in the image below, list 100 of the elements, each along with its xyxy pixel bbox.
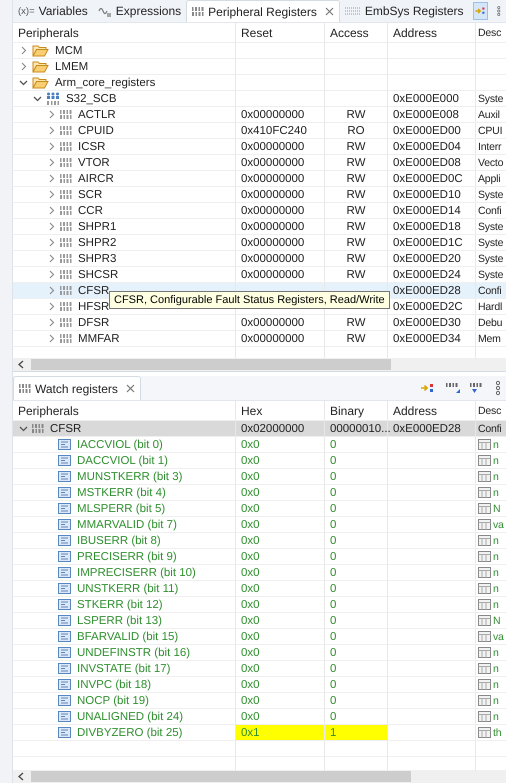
column-header[interactable]: Desc: [476, 401, 506, 420]
address-value: 0xE000ED10: [393, 188, 461, 200]
view-tab[interactable]: Peripheral Registers: [186, 0, 340, 22]
address-value: 0xE000ED1C: [393, 236, 463, 248]
field-label[interactable]: STKERR (bit 12): [77, 598, 163, 610]
field-label[interactable]: IBUSERR (bit 8): [77, 534, 161, 546]
column-header[interactable]: Peripherals: [13, 401, 236, 420]
hex-value: 0x0: [241, 598, 260, 610]
tree-item-label[interactable]: AIRCR: [78, 172, 114, 184]
more-icon[interactable]: [496, 3, 502, 19]
access-value: RW: [346, 188, 366, 200]
view-tab[interactable]: Expressions: [92, 0, 186, 22]
tree-item-label[interactable]: ACTLR: [78, 108, 116, 120]
binary-value: 0: [330, 470, 336, 482]
field-label[interactable]: INVPC (bit 18): [77, 678, 152, 690]
field-label[interactable]: MLSPERR (bit 5): [77, 502, 166, 514]
column-header[interactable]: Address: [388, 23, 476, 42]
chevron-right-icon[interactable]: [47, 174, 56, 183]
tree-item-label[interactable]: CFSR: [50, 422, 82, 434]
column-header[interactable]: Hex: [236, 401, 325, 420]
table-icon: [478, 503, 491, 514]
field-label[interactable]: IACCVIOL (bit 0): [77, 438, 163, 450]
tree-item-label[interactable]: CCR: [78, 204, 103, 216]
field-label[interactable]: UNALIGNED (bit 24): [77, 710, 184, 722]
chevron-down-icon[interactable]: [19, 424, 28, 433]
more-icon[interactable]: [494, 380, 502, 396]
description-text: n: [493, 438, 499, 450]
tree-item-label[interactable]: MMFAR: [78, 332, 120, 344]
binary-icon: [19, 383, 31, 394]
chevron-right-icon[interactable]: [47, 318, 56, 327]
tree-item-label[interactable]: VTOR: [78, 156, 110, 168]
field-label[interactable]: DACCVIOL (bit 1): [77, 454, 168, 466]
description-text: Debu: [478, 316, 502, 328]
column-header[interactable]: Reset: [236, 23, 325, 42]
field-label[interactable]: DIVBYZERO (bit 25): [77, 726, 182, 738]
close-icon[interactable]: [324, 7, 334, 16]
chevron-right-icon[interactable]: [47, 222, 56, 231]
field-label[interactable]: IMPRECISERR (bit 10): [77, 566, 196, 578]
tree-item-label[interactable]: Arm_core_registers: [55, 76, 156, 88]
tree-item-label[interactable]: LMEM: [55, 60, 88, 72]
chevron-right-icon[interactable]: [47, 126, 56, 135]
scrollbar-thumb[interactable]: [31, 359, 391, 370]
chevron-right-icon[interactable]: [47, 270, 56, 279]
field-label[interactable]: MMARVALID (bit 7): [77, 518, 177, 530]
binary-icon: [60, 285, 72, 296]
view-tab[interactable]: EmbSys Registers: [340, 0, 469, 22]
field-label[interactable]: UNSTKERR (bit 11): [77, 582, 178, 594]
chevron-right-icon[interactable]: [47, 206, 56, 215]
chevron-down-icon[interactable]: [33, 94, 42, 103]
scroll-left-icon[interactable]: [17, 360, 25, 369]
chevron-right-icon[interactable]: [47, 158, 56, 167]
view-tab[interactable]: Watch registers: [13, 376, 141, 400]
reset-value: 0x00000000: [241, 172, 304, 184]
tree-item-label[interactable]: SCR: [78, 188, 102, 200]
scrollbar-thumb[interactable]: [31, 771, 411, 782]
field-label[interactable]: BFARVALID (bit 15): [77, 630, 178, 642]
chevron-right-icon[interactable]: [19, 46, 28, 55]
tree-item-label[interactable]: ICSR: [78, 140, 106, 152]
tab-label: Variables: [38, 4, 88, 18]
field-label[interactable]: LSPERR (bit 13): [77, 614, 162, 626]
column-header[interactable]: Access: [325, 23, 388, 42]
chevron-right-icon[interactable]: [47, 286, 56, 295]
chevron-right-icon[interactable]: [47, 254, 56, 263]
binary-icon[interactable]: [446, 382, 462, 394]
binary-icon: [60, 333, 72, 344]
tree-item-label[interactable]: S32_SCB: [66, 92, 117, 104]
field-label[interactable]: NOCP (bit 19): [77, 694, 150, 706]
scroll-left-icon[interactable]: [17, 772, 25, 781]
view-tab[interactable]: (x)= Variables: [13, 0, 93, 22]
close-icon[interactable]: [126, 384, 135, 393]
column-header[interactable]: Desc: [476, 23, 506, 42]
tree-item-label[interactable]: SHPR1: [78, 220, 116, 232]
tree-item-label[interactable]: MCM: [55, 44, 82, 56]
field-label[interactable]: UNDEFINSTR (bit 16): [77, 646, 190, 658]
field-label[interactable]: MSTKERR (bit 4): [77, 486, 166, 498]
field-label[interactable]: PRECISERR (bit 9): [77, 550, 177, 562]
column-header[interactable]: Binary: [325, 401, 388, 420]
reset-value: 0x00000000: [241, 188, 304, 200]
chevron-right-icon[interactable]: [47, 238, 56, 247]
column-header[interactable]: Peripherals: [13, 23, 236, 42]
chevron-right-icon[interactable]: [47, 110, 56, 119]
field-label[interactable]: MUNSTKERR (bit 3): [77, 470, 182, 482]
description-text: n: [493, 534, 499, 546]
chevron-right-icon[interactable]: [47, 142, 56, 151]
field-label[interactable]: INVSTATE (bit 17): [77, 662, 171, 674]
tree-item-label[interactable]: SHPR2: [78, 236, 116, 248]
chevron-down-icon[interactable]: [19, 78, 28, 87]
chevron-right-icon[interactable]: [19, 62, 28, 71]
tree-item-label[interactable]: CFSR: [78, 284, 110, 296]
field-icon: [58, 679, 71, 690]
tree-item-label[interactable]: DFSR: [78, 316, 110, 328]
chevron-right-icon[interactable]: [47, 190, 56, 199]
chevron-right-icon[interactable]: [47, 302, 56, 311]
table-icon: [478, 615, 491, 626]
chevron-right-icon[interactable]: [47, 334, 56, 343]
tree-item-label[interactable]: SHCSR: [78, 268, 118, 280]
tree-item-label[interactable]: HFSR: [78, 300, 110, 312]
tree-item-label[interactable]: CPUID: [78, 124, 114, 136]
column-header[interactable]: Address: [388, 401, 476, 420]
tree-item-label[interactable]: SHPR3: [78, 252, 116, 264]
